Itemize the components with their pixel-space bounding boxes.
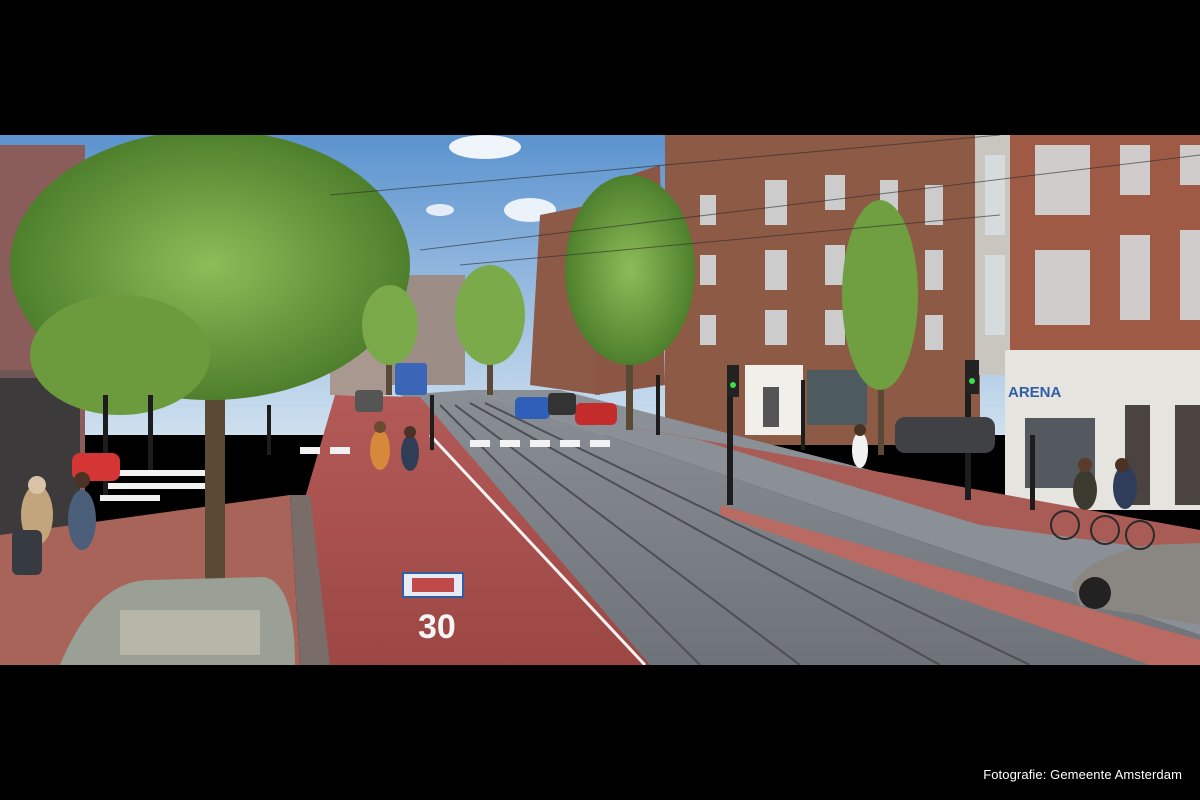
photo-credit: Fotografie: Gemeente Amsterdam [983, 767, 1182, 782]
image-viewer: ARENA 30 Fotografie: Gemeente Amsterdam [0, 0, 1200, 800]
speed-limit-marking: 30 [418, 608, 456, 646]
street-rendering-photo: ARENA 30 [0, 135, 1200, 665]
shop-sign: ARENA [1008, 384, 1062, 401]
